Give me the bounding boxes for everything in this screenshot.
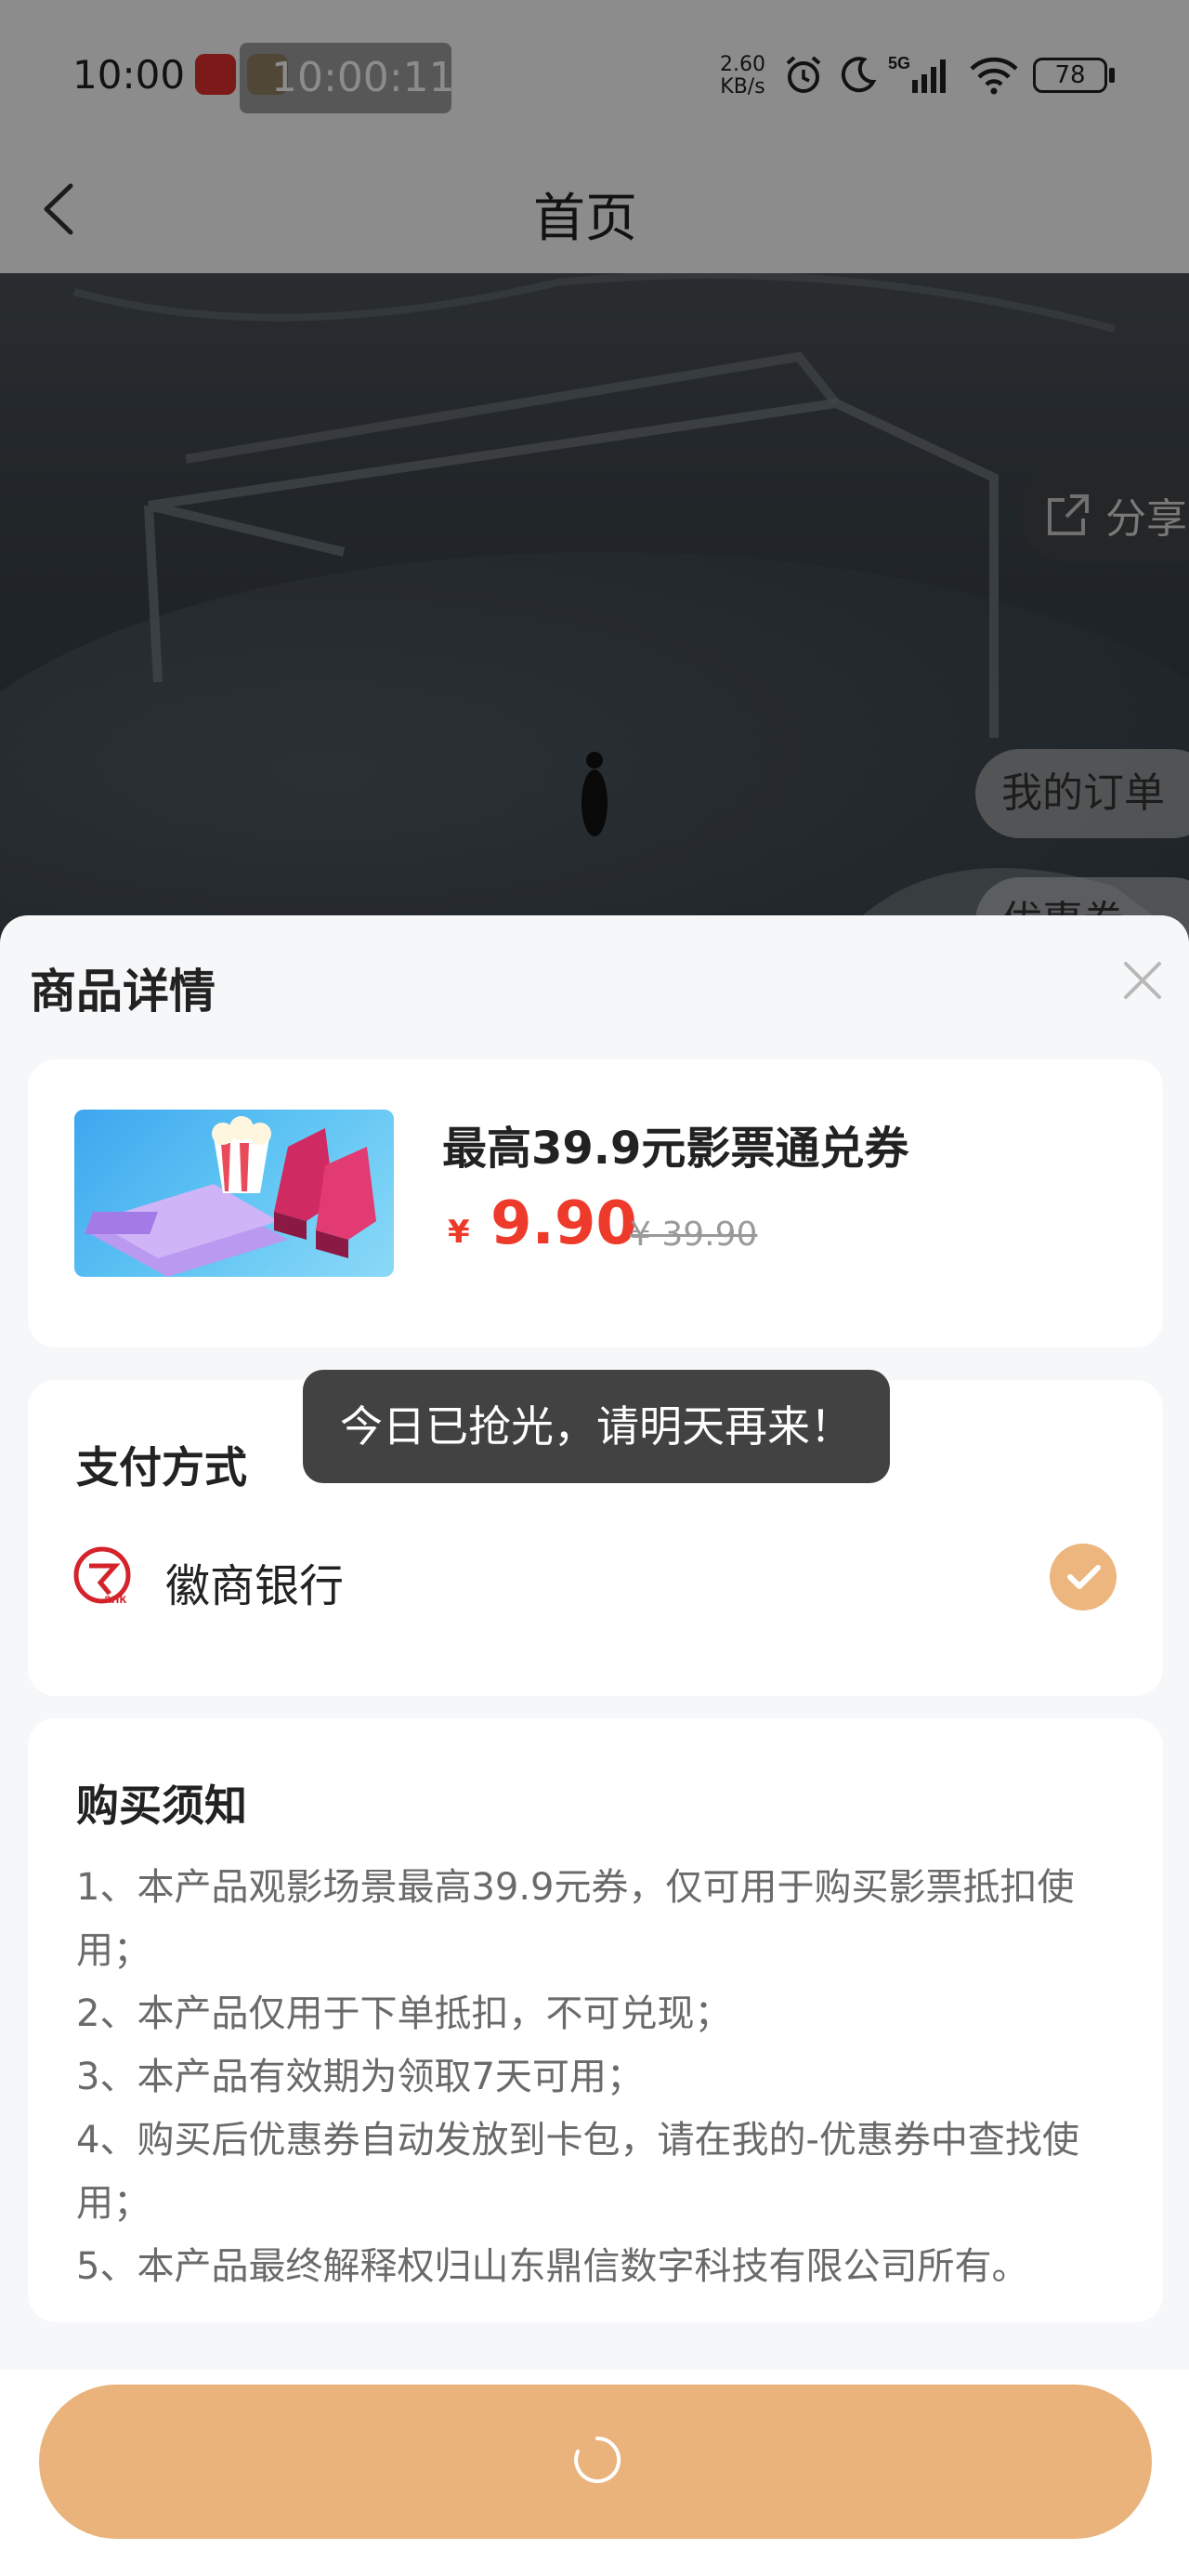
notice-item: 4、购买后优惠券自动发放到卡包，请在我的-优惠券中查找使用； [76, 2119, 1079, 2225]
notice-item: 3、本产品有效期为领取7天可用； [76, 2056, 644, 2098]
notice-item: 2、本产品仅用于下单抵扣，不可兑现； [76, 1992, 732, 2035]
notice-item: 1、本产品观影场景最高39.9元券，仅可用于购买影票抵扣使用； [76, 1866, 1075, 1972]
payment-method-title: 支付方式 [76, 1442, 247, 1492]
bank-option-label[interactable]: 徽商银行 [165, 1549, 344, 1614]
buy-button[interactable] [39, 2385, 1152, 2539]
price-currency: ¥ [448, 1214, 470, 1251]
purchase-notice-title: 购买须知 [76, 1781, 247, 1831]
sheet-title: 商品详情 [30, 965, 216, 1019]
notice-item: 5、本产品最终解释权归山东鼎信数字科技有限公司所有。 [76, 2245, 1029, 2288]
payment-selected-check[interactable] [1050, 1544, 1117, 1610]
close-icon[interactable] [1120, 958, 1165, 1003]
product-title: 最高39.9元影票通兑券 [442, 1123, 909, 1175]
purchase-notice-card: 购买须知 1、本产品观影场景最高39.9元券，仅可用于购买影票抵扣使用； 2、本… [28, 1718, 1163, 2322]
cinema-ticket-illustration [84, 1116, 376, 1277]
purchase-notice-list: 1、本产品观影场景最高39.9元券，仅可用于购买影票抵扣使用； 2、本产品仅用于… [76, 1856, 1126, 2298]
toast-message: 今日已抢光，请明天再来！ [303, 1370, 890, 1483]
bank-logo-icon: ank [73, 1546, 131, 1606]
loading-spinner-icon [574, 2436, 621, 2483]
product-price: 9.90 [490, 1189, 637, 1258]
bottom-action-bar [0, 2370, 1189, 2576]
original-price: ¥ 39.90 [630, 1216, 758, 1254]
product-detail-sheet: 商品详情 最高39.9元影票通兑券 ¥ 9.90 ¥ 39.90 支付方式 an… [0, 915, 1189, 2576]
checkmark-icon [1067, 1565, 1101, 1589]
product-card: 最高39.9元影票通兑券 ¥ 9.90 ¥ 39.90 [28, 1059, 1163, 1347]
product-image [74, 1110, 394, 1277]
svg-text:ank: ank [104, 1591, 126, 1606]
